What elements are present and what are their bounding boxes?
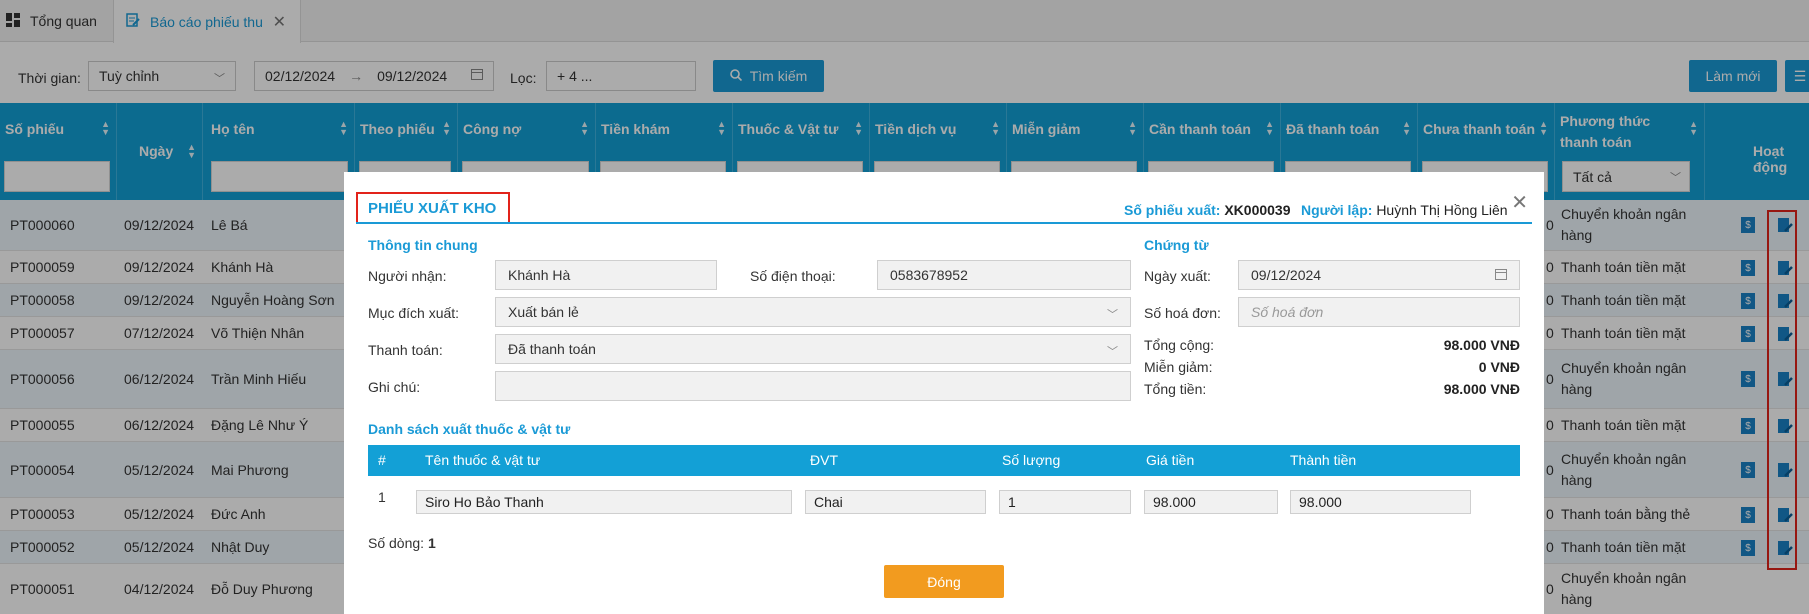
calendar-icon [1495, 268, 1507, 283]
item-col-price: Giá tiền [1146, 452, 1195, 468]
item-number: 1 [378, 489, 386, 505]
payment-label: Thanh toán: [368, 342, 443, 358]
item-col-name: Tên thuốc & vật tư [425, 452, 541, 468]
item-col-quantity: Số lượng [1002, 452, 1061, 468]
slip-number: Số phiếu xuất: XK000039 [1124, 202, 1291, 218]
modal-title-underline [356, 222, 1532, 224]
item-total-field[interactable]: 98.000 [1290, 490, 1471, 514]
created-by: Người lập: Huỳnh Thị Hồng Liên [1301, 202, 1508, 218]
receiver-label: Người nhận: [368, 268, 447, 284]
export-date-field[interactable]: 09/12/2024 [1238, 260, 1520, 290]
receiver-field[interactable]: Khánh Hà [495, 260, 717, 290]
item-quantity-value: 1 [1008, 494, 1016, 510]
phone-label: Số điện thoại: [750, 268, 836, 284]
item-unit-field[interactable]: Chai [805, 490, 986, 514]
note-label: Ghi chú: [368, 379, 421, 395]
documents-heading: Chứng từ [1144, 237, 1209, 253]
purpose-label: Mục đích xuất: [368, 305, 460, 321]
item-list-heading: Danh sách xuất thuốc & vật tư [368, 421, 571, 437]
invoice-number-placeholder: Số hoá đơn [1251, 304, 1324, 320]
total-value: 98.000 VNĐ [1443, 381, 1520, 397]
purpose-select[interactable]: Xuất bán lẻ ﹀ [495, 297, 1131, 327]
item-price-value: 98.000 [1153, 494, 1196, 510]
item-col-unit: ĐVT [810, 452, 838, 468]
export-date-value: 09/12/2024 [1251, 267, 1322, 283]
row-count-value: 1 [427, 535, 436, 551]
purpose-value: Xuất bán lẻ [508, 304, 579, 320]
modal-title: PHIẾU XUẤT KHO [356, 192, 510, 224]
item-table-header: # Tên thuốc & vật tư ĐVT Số lượng Giá ti… [368, 445, 1520, 476]
export-slip-modal: PHIẾU XUẤT KHO Số phiếu xuất: XK000039 N… [344, 172, 1544, 614]
item-quantity-field[interactable]: 1 [999, 490, 1131, 514]
total-label: Tổng tiền: [1144, 381, 1207, 397]
close-icon[interactable]: ✕ [1511, 190, 1528, 215]
invoice-number-field[interactable]: Số hoá đơn [1238, 297, 1520, 327]
close-button[interactable]: Đóng [884, 565, 1004, 598]
chevron-down-icon: ﹀ [1107, 309, 1118, 321]
phone-value: 0583678952 [890, 267, 968, 283]
export-date-label: Ngày xuất: [1144, 268, 1211, 284]
item-unit-value: Chai [814, 494, 843, 510]
item-col-number: # [378, 452, 386, 468]
payment-status-select[interactable]: Đã thanh toán ﹀ [495, 334, 1131, 364]
row-count-label: Số dòng: [368, 535, 425, 551]
row-count: Số dòng: 1 [368, 535, 436, 551]
chevron-down-icon: ﹀ [1107, 346, 1118, 358]
receiver-value: Khánh Hà [508, 267, 571, 283]
item-col-total: Thành tiền [1290, 452, 1357, 468]
item-total-value: 98.000 [1299, 494, 1342, 510]
slip-number-value: XK000039 [1224, 202, 1291, 218]
phone-field[interactable]: 0583678952 [877, 260, 1131, 290]
payment-status-value: Đã thanh toán [508, 341, 596, 357]
item-name-value: Siro Ho Bảo Thanh [425, 494, 544, 510]
subtotal-value: 98.000 VNĐ [1443, 337, 1520, 353]
item-name-field[interactable]: Siro Ho Bảo Thanh [416, 490, 792, 514]
discount-value: 0 VNĐ [1478, 359, 1520, 375]
discount-label: Miễn giảm: [1144, 359, 1213, 375]
note-field[interactable] [495, 371, 1131, 401]
slip-number-label: Số phiếu xuất: [1124, 202, 1221, 218]
subtotal-label: Tổng cộng: [1144, 337, 1215, 353]
general-info-heading: Thông tin chung [368, 237, 478, 253]
invoice-number-label: Số hoá đơn: [1144, 305, 1221, 321]
item-price-field[interactable]: 98.000 [1144, 490, 1278, 514]
created-by-label: Người lập: [1301, 202, 1373, 218]
created-by-value: Huỳnh Thị Hồng Liên [1376, 202, 1508, 218]
